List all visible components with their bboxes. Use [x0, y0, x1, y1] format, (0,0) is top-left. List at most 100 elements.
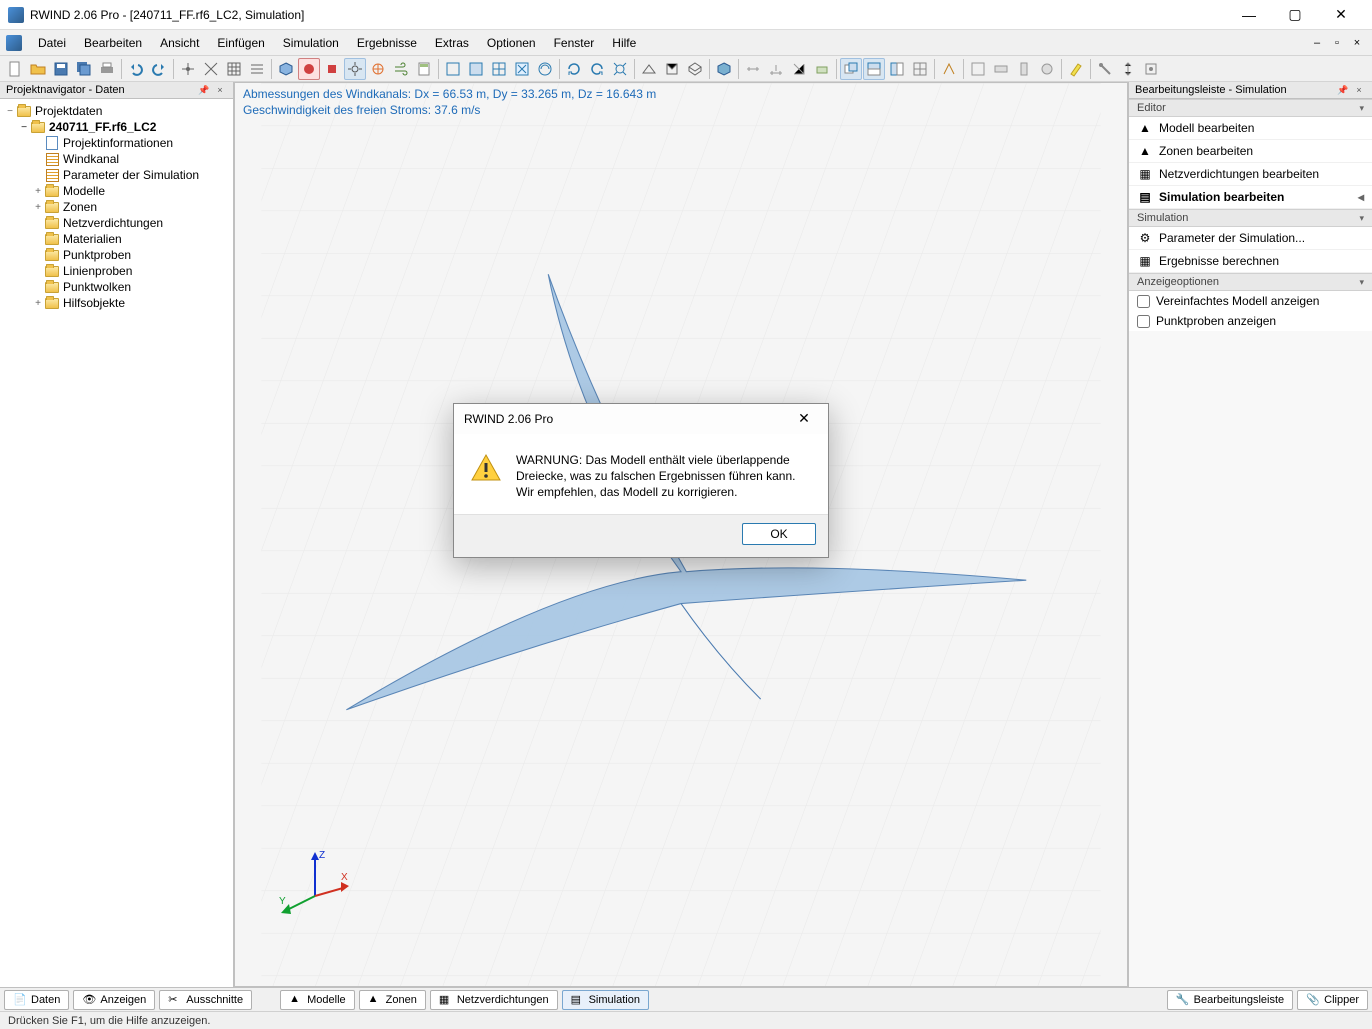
tb-mesh-icon[interactable] [367, 58, 389, 80]
menu-ergebnisse[interactable]: Ergebnisse [349, 33, 425, 53]
tb-rotate-icon[interactable] [563, 58, 585, 80]
tree-project[interactable]: −240711_FF.rf6_LC2 [2, 119, 231, 135]
tree-materialien[interactable]: ·Materialien [2, 231, 231, 247]
tab-zonen[interactable]: ▲Zonen [359, 990, 426, 1010]
rp-parameter[interactable]: ⚙Parameter der Simulation... [1129, 227, 1372, 250]
rp-netz-bearbeiten[interactable]: ▦Netzverdichtungen bearbeiten [1129, 163, 1372, 186]
tree-modelle[interactable]: +Modelle [2, 183, 231, 199]
rp-modell-bearbeiten[interactable]: ▲Modell bearbeiten [1129, 117, 1372, 140]
tab-modelle[interactable]: ▲Modelle [280, 990, 355, 1010]
rp-check-point-probes[interactable]: Punktproben anzeigen [1129, 311, 1372, 331]
tree-punktproben[interactable]: ·Punktproben [2, 247, 231, 263]
tab-anzeigen[interactable]: 👁Anzeigen [73, 990, 155, 1010]
rp-ergebnisse-berechnen[interactable]: ▦Ergebnisse berechnen [1129, 250, 1372, 273]
tb-snap1-icon[interactable] [177, 58, 199, 80]
close-button[interactable]: ✕ [1318, 0, 1364, 30]
tb-run-icon[interactable] [298, 58, 320, 80]
tb-undo-icon[interactable] [125, 58, 147, 80]
tb-wind-icon[interactable] [390, 58, 412, 80]
tb-settings-icon[interactable] [344, 58, 366, 80]
rp-section-simulation[interactable]: Simulation▾ [1129, 209, 1372, 227]
dialog-ok-button[interactable]: OK [742, 523, 816, 545]
tb-results1-icon[interactable] [442, 58, 464, 80]
tb-rotate2-icon[interactable] [586, 58, 608, 80]
tree-zonen[interactable]: +Zonen [2, 199, 231, 215]
tb-view1-icon[interactable] [638, 58, 660, 80]
tb-results5-icon[interactable] [534, 58, 556, 80]
rp-zonen-bearbeiten[interactable]: ▲Zonen bearbeiten [1129, 140, 1372, 163]
tb-layer2-icon[interactable] [863, 58, 885, 80]
menu-optionen[interactable]: Optionen [479, 33, 544, 53]
project-tree[interactable]: −Projektdaten −240711_FF.rf6_LC2 ·Projek… [0, 99, 233, 987]
menu-ansicht[interactable]: Ansicht [152, 33, 207, 53]
tb-redo-icon[interactable] [148, 58, 170, 80]
rp-section-display[interactable]: Anzeigeoptionen▾ [1129, 273, 1372, 291]
checkbox-simple-model[interactable] [1137, 295, 1150, 308]
tb-saveall-icon[interactable] [73, 58, 95, 80]
tb-dim3-icon[interactable] [788, 58, 810, 80]
menu-simulation[interactable]: Simulation [275, 33, 347, 53]
checkbox-point-probes[interactable] [1137, 315, 1150, 328]
tree-root[interactable]: −Projektdaten [2, 103, 231, 119]
tb-new-icon[interactable] [4, 58, 26, 80]
menu-hilfe[interactable]: Hilfe [604, 33, 644, 53]
menu-datei[interactable]: Datei [30, 33, 74, 53]
rp-simulation-bearbeiten[interactable]: ▤Simulation bearbeiten◂ [1129, 186, 1372, 209]
tb-layer3-icon[interactable] [886, 58, 908, 80]
mdi-close-button[interactable]: × [1348, 35, 1366, 51]
menu-einfuegen[interactable]: Einfügen [209, 33, 272, 53]
tb-tool3-icon[interactable] [1140, 58, 1162, 80]
tab-netz[interactable]: ▦Netzverdichtungen [430, 990, 558, 1010]
tb-results4-icon[interactable] [511, 58, 533, 80]
tb-model-icon[interactable] [275, 58, 297, 80]
tree-hilfsobjekte[interactable]: +Hilfsobjekte [2, 295, 231, 311]
minimize-button[interactable]: — [1226, 0, 1272, 30]
maximize-button[interactable]: ▢ [1272, 0, 1318, 30]
tb-view3-icon[interactable] [684, 58, 706, 80]
menu-bearbeiten[interactable]: Bearbeiten [76, 33, 150, 53]
dialog-close-button[interactable]: ✕ [790, 408, 818, 430]
tab-clipper[interactable]: 📎Clipper [1297, 990, 1368, 1010]
menu-extras[interactable]: Extras [427, 33, 477, 53]
rp-section-editor[interactable]: Editor▾ [1129, 99, 1372, 117]
tree-punktwolken[interactable]: ·Punktwolken [2, 279, 231, 295]
tb-clip1-icon[interactable] [967, 58, 989, 80]
tab-simulation[interactable]: ▤Simulation [562, 990, 649, 1010]
panel-pin-icon[interactable]: 📌 [197, 85, 211, 96]
tree-netz[interactable]: ·Netzverdichtungen [2, 215, 231, 231]
tb-clip2-icon[interactable] [990, 58, 1012, 80]
tb-highlight-icon[interactable] [1065, 58, 1087, 80]
tb-clip4-icon[interactable] [1036, 58, 1058, 80]
menu-fenster[interactable]: Fenster [546, 33, 603, 53]
tb-tool1-icon[interactable] [1094, 58, 1116, 80]
tree-linienproben[interactable]: ·Linienproben [2, 263, 231, 279]
tree-windkanal[interactable]: ·Windkanal [2, 151, 231, 167]
tb-shade-icon[interactable] [713, 58, 735, 80]
tb-calc-icon[interactable] [413, 58, 435, 80]
tree-parameter[interactable]: ·Parameter der Simulation [2, 167, 231, 183]
tb-snap2-icon[interactable] [200, 58, 222, 80]
tab-bearbeitungsleiste[interactable]: 🔧Bearbeitungsleiste [1167, 990, 1294, 1010]
tb-dim4-icon[interactable] [811, 58, 833, 80]
tb-stop-icon[interactable] [321, 58, 343, 80]
tb-layer1-icon[interactable] [840, 58, 862, 80]
tb-print-icon[interactable] [96, 58, 118, 80]
tb-clip3-icon[interactable] [1013, 58, 1035, 80]
rp-check-simple-model[interactable]: Vereinfachtes Modell anzeigen [1129, 291, 1372, 311]
tb-results2-icon[interactable] [465, 58, 487, 80]
tb-misc1-icon[interactable] [938, 58, 960, 80]
tb-results3-icon[interactable] [488, 58, 510, 80]
tab-ausschnitte[interactable]: ✂Ausschnitte [159, 990, 252, 1010]
tb-fit-icon[interactable] [609, 58, 631, 80]
tab-daten[interactable]: 📄Daten [4, 990, 69, 1010]
tb-dim2-icon[interactable] [765, 58, 787, 80]
tree-projektinfo[interactable]: ·Projektinformationen [2, 135, 231, 151]
tb-open-icon[interactable] [27, 58, 49, 80]
rpanel-close-icon[interactable]: × [1352, 85, 1366, 96]
tb-view2-icon[interactable] [661, 58, 683, 80]
viewport-3d[interactable]: Abmessungen des Windkanals: Dx = 66.53 m… [234, 82, 1128, 987]
tb-layer4-icon[interactable] [909, 58, 931, 80]
tb-dim1-icon[interactable] [742, 58, 764, 80]
tb-save-icon[interactable] [50, 58, 72, 80]
rpanel-pin-icon[interactable]: 📌 [1336, 85, 1350, 96]
